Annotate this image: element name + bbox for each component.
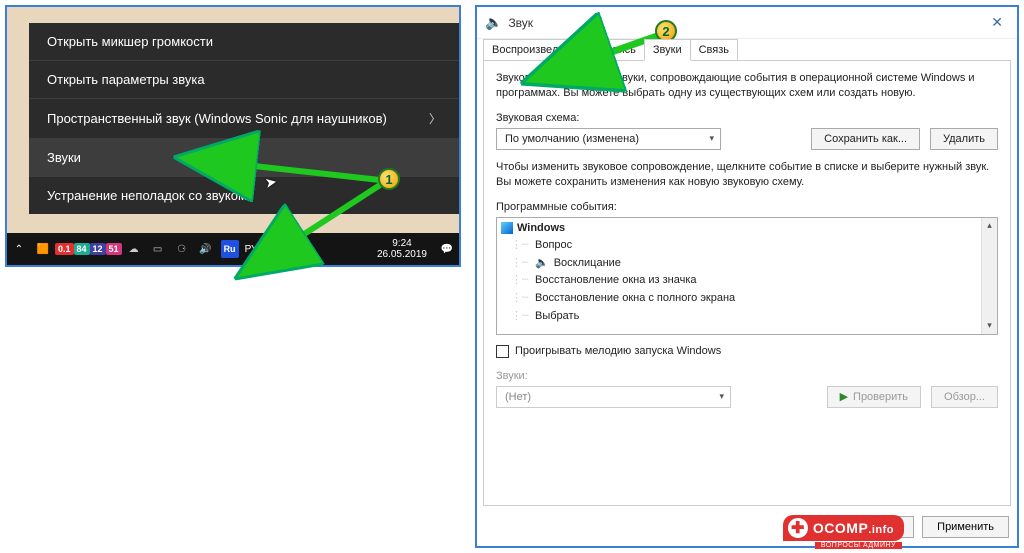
ctx-label: Открыть микшер громкости [47,34,213,49]
event-item[interactable]: ⋮┄Вопрос [501,237,979,255]
events-root-label: Windows [517,220,565,238]
tray-badge-3[interactable]: 12 [90,243,106,255]
windows-icon [501,222,513,234]
clock-time: 9:24 [377,238,427,249]
scheme-label: Звуковая схема: [496,112,998,124]
watermark-subtitle: ВОПРОСЫ АДМИНУ [815,542,902,549]
sound-dialog-window: 🔈 Звук ✕ Воспроизведение Запись Звуки Св… [475,5,1019,548]
wifi-icon[interactable]: ⚆ [173,240,191,258]
tray-badge-2[interactable]: 84 [74,243,90,255]
ctx-spatial-sound[interactable]: Пространственный звук (Windows Sonic для… [29,99,459,139]
checkbox-icon [496,345,509,358]
test-sound-button[interactable]: ▶ Проверить [827,386,921,408]
events-listbox[interactable]: Windows ⋮┄Вопрос ⋮┄🔈Восклицание ⋮┄Восста… [496,217,998,335]
close-button[interactable]: ✕ [985,14,1009,31]
ctx-label: Звуки [47,150,81,165]
plus-icon: ✚ [788,518,808,538]
scheme-description: Звуковая схема задает звуки, сопровождаю… [496,71,998,102]
event-item[interactable]: ⋮┄Восстановление окна с полного экрана [501,290,979,308]
ctx-open-mixer[interactable]: Открыть микшер громкости [29,23,459,61]
scroll-down-icon[interactable]: ▾ [982,318,997,334]
delete-button[interactable]: Удалить [930,128,998,150]
ctx-open-sound-settings[interactable]: Открыть параметры звука [29,61,459,99]
tab-sounds[interactable]: Звуки [644,39,691,61]
apply-button[interactable]: Применить [922,516,1009,538]
tab-playback[interactable]: Воспроизведение [483,39,592,61]
events-description: Чтобы изменить звуковое сопровождение, щ… [496,160,998,191]
sounds-label: Звуки: [496,370,998,382]
scrollbar[interactable]: ▴ ▾ [981,218,997,334]
ocomp-watermark: ✚ OCOMP.info [783,515,904,541]
tab-strip: Воспроизведение Запись Звуки Связь [483,39,1011,61]
tab-communications[interactable]: Связь [690,39,738,61]
taskbar-clock[interactable]: 9:24 26.05.2019 [369,236,435,262]
scheme-value: По умолчанию (изменена) [505,133,639,145]
tray-badge-4[interactable]: 51 [106,243,122,255]
scheme-dropdown[interactable]: По умолчанию (изменена) ▾ [496,128,721,150]
play-startup-sound-checkbox[interactable]: Проигрывать мелодию запуска Windows [496,345,998,358]
ctx-label: Открыть параметры звука [47,72,205,87]
play-icon: ▶ [840,390,848,403]
onedrive-icon[interactable]: ☁ [125,240,143,258]
language-indicator-icon[interactable]: Ru [221,240,239,258]
event-item[interactable]: ⋮┄Выбрать [501,308,979,326]
event-item[interactable]: ⋮┄Восстановление окна из значка [501,272,979,290]
notifications-icon[interactable]: 💬 [438,240,456,258]
left-screenshot-panel: Открыть микшер громкости Открыть парамет… [5,5,461,267]
window-title: Звук [508,16,533,30]
taskbar: ⌃ 🟧 0.1 84 12 51 ☁ ▭ ⚆ 🔊 Ru РУС 9:24 26.… [7,233,459,265]
watermark-text: OCOMP.info [813,520,894,536]
clock-date: 26.05.2019 [377,249,427,260]
tray-chevron-icon[interactable]: ⌃ [10,240,28,258]
checkbox-label: Проигрывать мелодию запуска Windows [515,345,721,357]
sound-dialog-icon: 🔈 [485,14,502,31]
save-as-button[interactable]: Сохранить как... [811,128,920,150]
titlebar: 🔈 Звук ✕ [477,7,1017,39]
tray-shield-icon[interactable]: 🟧 [34,240,52,258]
battery-icon[interactable]: ▭ [149,240,167,258]
sound-file-dropdown[interactable]: (Нет) ▾ [496,386,731,408]
ctx-label: Устранение неполадок со звуком [47,188,247,203]
chevron-down-icon: ▾ [709,133,714,144]
event-item[interactable]: ⋮┄🔈Восклицание [501,255,979,273]
annotation-badge-1: 1 [378,168,400,190]
events-label: Программные события: [496,201,998,213]
tab-content-sounds: Звуковая схема задает звуки, сопровождаю… [483,60,1011,506]
language-text[interactable]: РУС [245,240,265,258]
events-root-node[interactable]: Windows [501,220,979,238]
scroll-up-icon[interactable]: ▴ [982,218,997,234]
chevron-down-icon: ▾ [719,391,724,402]
sound-file-value: (Нет) [505,391,531,403]
volume-icon[interactable]: 🔊 [197,240,215,258]
chevron-right-icon: 〉 [429,110,441,127]
dialog-body: Воспроизведение Запись Звуки Связь Звуко… [483,39,1011,506]
tab-recording[interactable]: Запись [591,39,645,61]
browse-button[interactable]: Обзор... [931,386,998,408]
speaker-icon: 🔈 [535,255,549,273]
tray-badge-1[interactable]: 0.1 [55,243,74,255]
ctx-label: Пространственный звук (Windows Sonic для… [47,111,387,126]
